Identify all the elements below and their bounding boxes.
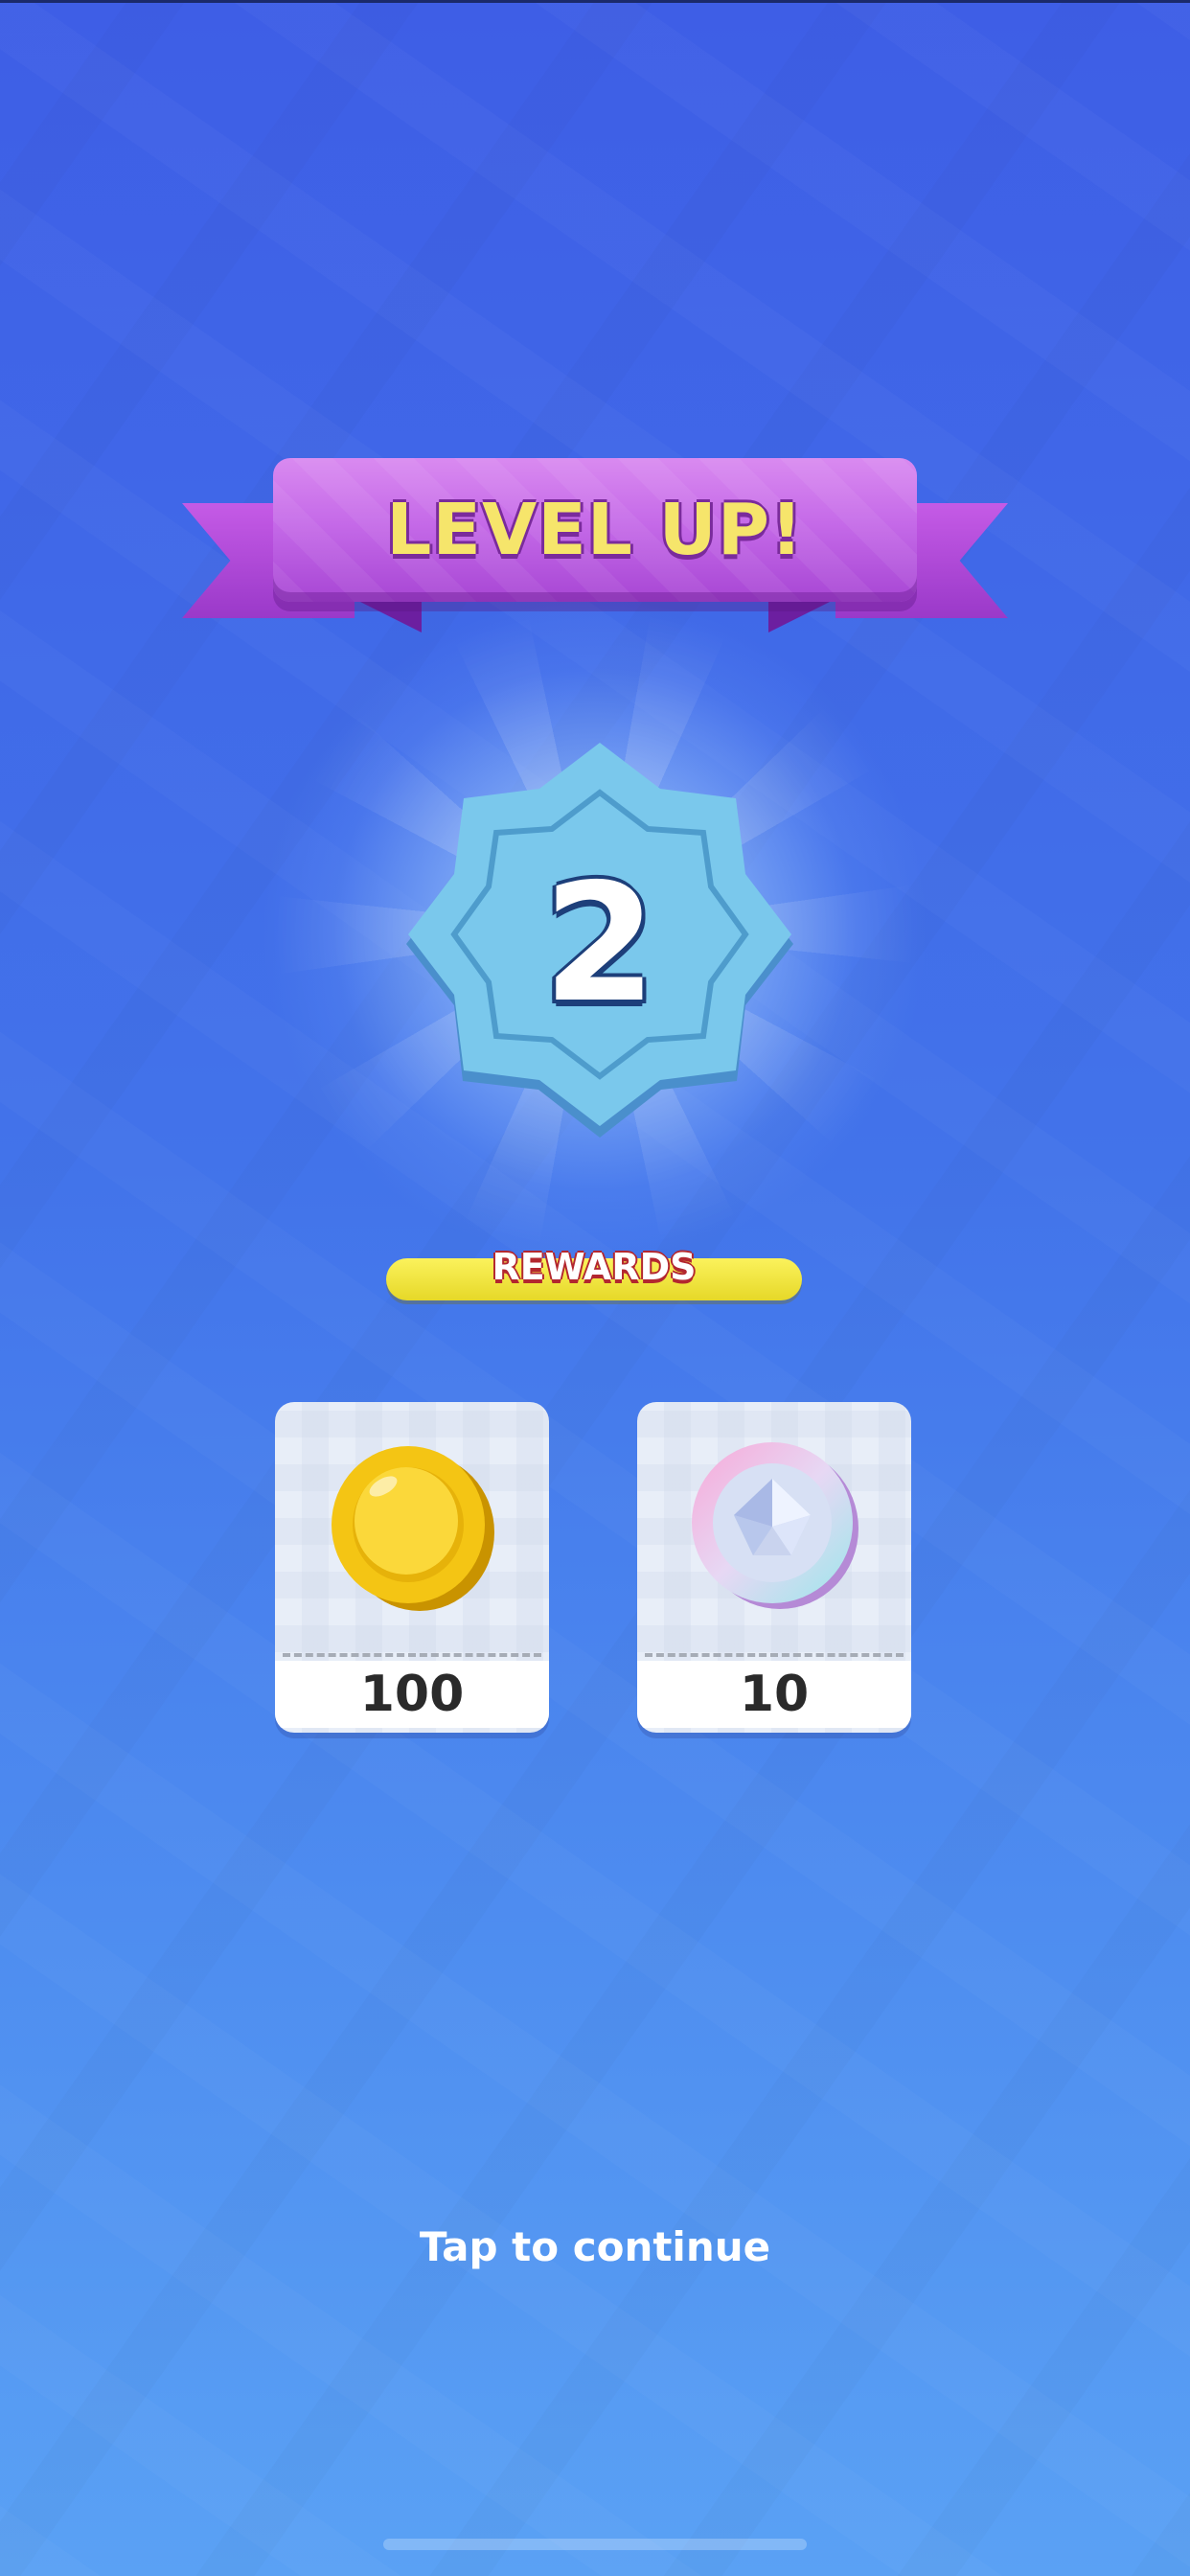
tap-to-continue[interactable]: Tap to continue bbox=[0, 2223, 1190, 2270]
gold-coin-icon bbox=[326, 1438, 498, 1611]
reward-card-coins: 100 bbox=[275, 1402, 549, 1733]
ribbon-body: LEVEL UP! bbox=[273, 458, 917, 602]
rewards-label: REWARDS bbox=[492, 1246, 697, 1288]
card-divider bbox=[283, 1653, 541, 1657]
banner-title: LEVEL UP! bbox=[386, 489, 804, 571]
home-indicator[interactable] bbox=[383, 2539, 807, 2550]
rewards-label-bar: REWARDS bbox=[386, 1246, 802, 1300]
coins-amount: 100 bbox=[275, 1661, 549, 1728]
card-divider bbox=[645, 1653, 904, 1657]
level-number: 2 bbox=[542, 849, 657, 1039]
reward-card-gems: 10 bbox=[637, 1402, 911, 1733]
pink-gem-coin-icon bbox=[688, 1438, 860, 1611]
level-badge: 2 bbox=[389, 733, 811, 1155]
status-edge bbox=[0, 0, 1190, 3]
gems-amount: 10 bbox=[637, 1661, 911, 1728]
